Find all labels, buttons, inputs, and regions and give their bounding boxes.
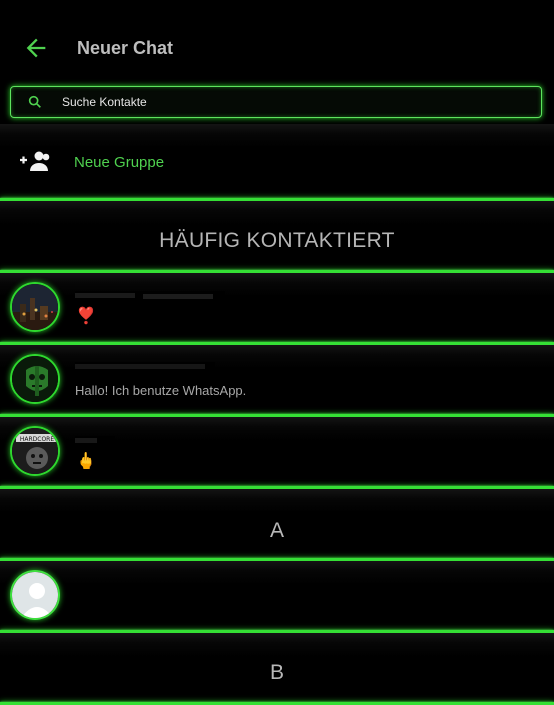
search-placeholder: Suche Kontakte: [62, 95, 147, 109]
app-header: Neuer Chat: [0, 0, 554, 84]
avatar: [10, 282, 60, 332]
search-input[interactable]: Suche Kontakte: [10, 86, 542, 118]
avatar: [10, 570, 60, 620]
section-letter: B: [269, 661, 284, 684]
svg-text:HARDCORE: HARDCORE: [20, 436, 54, 443]
page-title: Neuer Chat: [77, 38, 174, 58]
avatar: HARDCORE: [10, 426, 60, 476]
contact-name: [75, 291, 225, 299]
contact-name: [75, 362, 215, 370]
contact-status: Hallo! Ich benutze WhatsApp.: [75, 383, 247, 398]
search-icon: [28, 95, 41, 108]
contact-row[interactable]: [0, 345, 554, 414]
section-heading-frequent: HÄUFIG KONTAKTIERT: [159, 229, 395, 252]
avatar: [10, 354, 60, 404]
new-group-label[interactable]: Neue Gruppe: [74, 154, 164, 171]
group-add-icon: [20, 151, 50, 171]
contact-name: [75, 436, 115, 444]
contact-status: 🖕: [76, 453, 96, 470]
contact-row[interactable]: [0, 561, 554, 630]
contact-status: ❣️: [76, 308, 96, 325]
section-letter: A: [269, 519, 284, 542]
arrow-left-icon[interactable]: [22, 34, 50, 62]
contact-name: [75, 590, 76, 598]
